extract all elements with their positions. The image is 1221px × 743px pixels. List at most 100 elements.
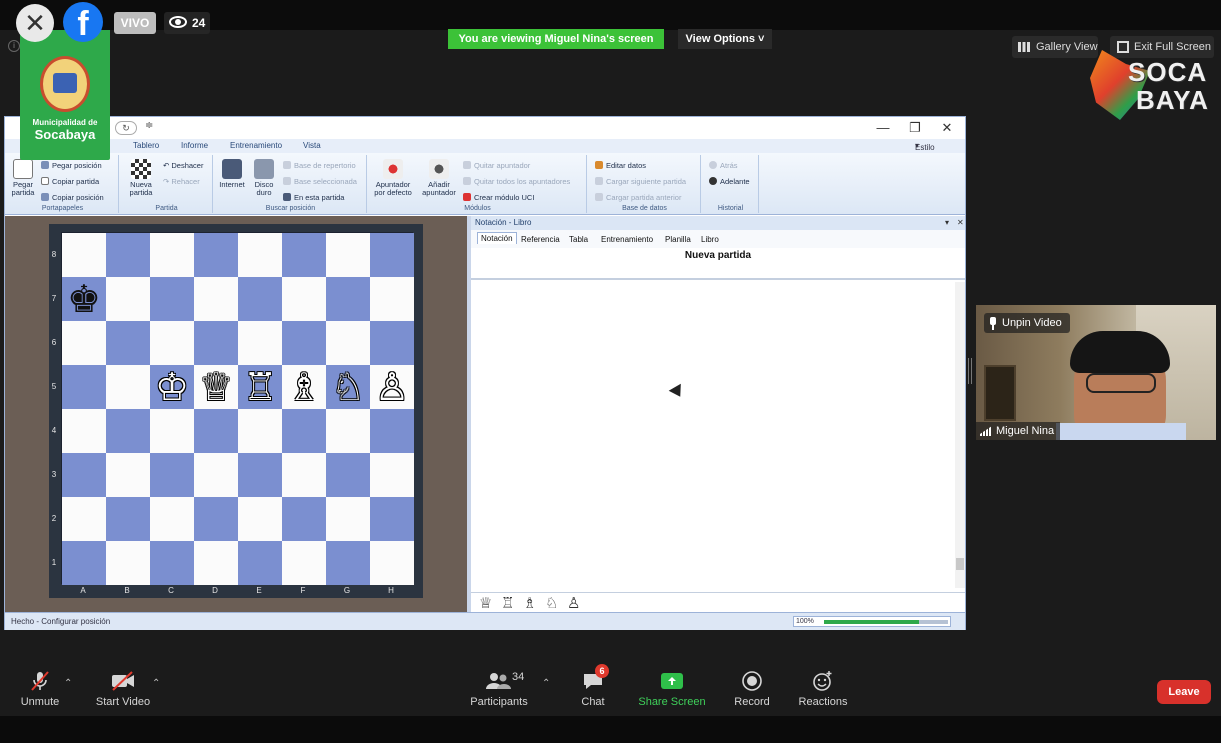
square-d5[interactable]: ♕ [194,365,238,409]
start-video-button[interactable]: Start Video [94,670,152,708]
square-d8[interactable] [194,233,238,277]
cargar-anterior-button[interactable]: Cargar partida anterior [595,193,681,202]
square-d6[interactable] [194,321,238,365]
menu-vista[interactable]: Vista [303,141,321,150]
leave-button[interactable]: Leave [1157,680,1211,704]
square-e3[interactable] [238,453,282,497]
chess-board[interactable]: ♚ ♔ ♕ ♖ ♗ ♘ ♙ [61,232,414,585]
piece-d5[interactable]: ♕ [194,365,238,409]
square-c7[interactable] [150,277,194,321]
unmute-button[interactable]: Unmute [18,670,62,708]
square-a5[interactable] [62,365,106,409]
palette-piece-icon[interactable]: ♖ [501,594,514,612]
square-c4[interactable] [150,409,194,453]
nueva-partida-button[interactable]: Nueva partida [123,159,159,197]
square-e1[interactable] [238,541,282,585]
square-f2[interactable] [282,497,326,541]
panel-close-icon[interactable]: ✕ [957,216,964,230]
window-close-icon[interactable]: ✕ [935,119,959,137]
square-a6[interactable] [62,321,106,365]
square-h1[interactable] [370,541,414,585]
anadir-apuntador-button[interactable]: Añadir apuntador [419,159,459,197]
participants-button[interactable]: 34 Participants [468,670,530,708]
square-g2[interactable] [326,497,370,541]
square-e2[interactable] [238,497,282,541]
video-options-caret-icon[interactable]: ⌃ [152,678,160,689]
square-g7[interactable] [326,277,370,321]
internet-button[interactable]: Internet [217,159,247,189]
notation-tab[interactable]: Notación [477,232,517,244]
copiar-posicion-button[interactable]: Copiar posición [41,193,104,202]
square-e6[interactable] [238,321,282,365]
square-g1[interactable] [326,541,370,585]
apuntador-defecto-button[interactable]: Apuntador por defecto [371,159,415,197]
adelante-button[interactable]: Adelante [709,177,750,186]
piece-h5[interactable]: ♙ [370,365,414,409]
square-d3[interactable] [194,453,238,497]
square-d2[interactable] [194,497,238,541]
square-c8[interactable] [150,233,194,277]
crear-modulo-button[interactable]: Crear módulo UCI [463,193,534,202]
undo-quick-icon[interactable]: ↻ [115,121,137,135]
audio-options-caret-icon[interactable]: ⌃ [64,678,72,689]
share-screen-button[interactable]: Share Screen [638,670,706,708]
base-repertorio-button[interactable]: Base de repertorio [283,161,356,170]
notation-tab[interactable]: Libro [701,235,719,244]
rehacer-button[interactable]: ↷ Rehacer [163,177,200,186]
maximize-icon[interactable]: ❐ [903,119,927,137]
square-a8[interactable] [62,233,106,277]
square-h4[interactable] [370,409,414,453]
piece-a7[interactable]: ♚ [62,277,106,321]
reactions-button[interactable]: Reactions [796,670,850,708]
square-d1[interactable] [194,541,238,585]
piece-c5[interactable]: ♔ [150,365,194,409]
palette-piece-icon[interactable]: ♕ [479,594,492,612]
square-f1[interactable] [282,541,326,585]
menu-entrenamiento[interactable]: Entrenamiento [230,141,282,150]
square-a2[interactable] [62,497,106,541]
square-e7[interactable] [238,277,282,321]
square-a3[interactable] [62,453,106,497]
quitar-apuntador-button[interactable]: Quitar apuntador [463,161,530,170]
view-options-button[interactable]: View Options ˅ [678,29,772,49]
square-h8[interactable] [370,233,414,277]
resize-handle[interactable] [968,358,972,384]
square-e5[interactable]: ♖ [238,365,282,409]
square-b6[interactable] [106,321,150,365]
piece-g5[interactable]: ♘ [326,365,370,409]
piece-e5[interactable]: ♖ [238,365,282,409]
cargar-siguiente-button[interactable]: Cargar siguiente partida [595,177,686,186]
quick-access-dropdown-icon[interactable]: ≑ [145,120,153,131]
notation-tab[interactable]: Planilla [665,235,691,244]
notation-scrollbar[interactable] [955,282,965,588]
square-f3[interactable] [282,453,326,497]
close-icon[interactable]: ✕ [16,4,54,42]
deshacer-button[interactable]: ↶ Deshacer [163,161,203,170]
panel-dropdown-icon[interactable]: ▾ [945,216,949,230]
palette-piece-icon[interactable]: ♘ [545,594,558,612]
square-a4[interactable] [62,409,106,453]
square-h5[interactable]: ♙ [370,365,414,409]
square-b4[interactable] [106,409,150,453]
atras-button[interactable]: Atrás [709,161,738,170]
square-h3[interactable] [370,453,414,497]
palette-piece-icon[interactable]: ♙ [567,594,580,612]
square-h6[interactable] [370,321,414,365]
square-h2[interactable] [370,497,414,541]
notation-tab[interactable]: Referencia [521,235,560,244]
quitar-todos-button[interactable]: Quitar todos los apuntadores [463,177,570,186]
pegar-partida-button[interactable]: Pegar partida [9,159,37,197]
piece-f5[interactable]: ♗ [282,365,326,409]
square-b3[interactable] [106,453,150,497]
square-c6[interactable] [150,321,194,365]
square-b8[interactable] [106,233,150,277]
notation-tab[interactable]: Entrenamiento [601,235,653,244]
square-f8[interactable] [282,233,326,277]
square-c2[interactable] [150,497,194,541]
square-h7[interactable] [370,277,414,321]
square-f6[interactable] [282,321,326,365]
square-f7[interactable] [282,277,326,321]
info-icon[interactable]: i [8,40,20,52]
square-f4[interactable] [282,409,326,453]
base-seleccionada-button[interactable]: Base seleccionada [283,177,357,186]
